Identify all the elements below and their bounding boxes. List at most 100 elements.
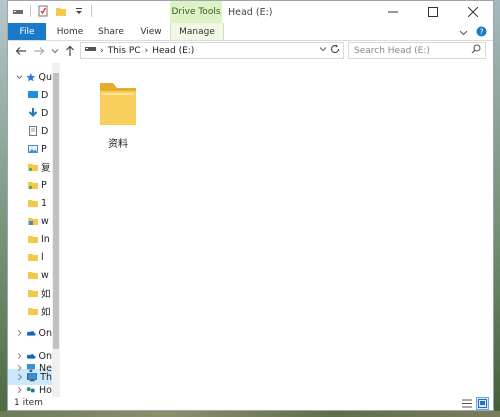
this-pc-icon <box>26 372 38 381</box>
title-bar: Drive Tools Head (E:) <box>8 1 493 23</box>
back-button[interactable] <box>14 44 28 58</box>
breadcrumb-this-pc[interactable]: This PC <box>108 46 141 56</box>
folder-icon <box>28 308 38 315</box>
sidebar-item-folder[interactable]: 如 <box>8 285 52 301</box>
search-icon <box>471 44 481 57</box>
folder-icon <box>28 236 38 243</box>
sidebar-item-label: Qu <box>38 71 53 83</box>
folder-icon <box>28 218 38 225</box>
minimize-icon <box>388 11 398 13</box>
sidebar-item-pictures[interactable]: P <box>8 141 52 157</box>
folder-icon <box>28 164 38 172</box>
folder-icon <box>28 254 38 261</box>
svg-text:经验: 经验 <box>452 384 480 400</box>
sidebar-item-label: 如 <box>41 289 51 300</box>
onedrive-icon <box>26 331 36 336</box>
baidu-watermark-icon: Bai 经验 <box>384 377 480 402</box>
tab-manage[interactable]: Manage <box>170 23 224 40</box>
onedrive-icon <box>26 354 36 359</box>
sidebar-item-label: D <box>41 89 49 101</box>
folder-item[interactable]: 资料 <box>90 75 146 150</box>
window-title: Head (E:) <box>228 7 273 18</box>
file-explorer-window: Drive Tools Head (E:) File Home Share Vi… <box>7 0 494 411</box>
sidebar-item-folder[interactable]: P <box>8 177 52 193</box>
svg-text:Bai: Bai <box>384 377 423 402</box>
search-placeholder: Search Head (E:) <box>354 45 430 56</box>
address-bar[interactable]: › This PC › Head (E:) <box>80 42 344 59</box>
sidebar-item-quick-access[interactable]: Qu <box>8 69 52 85</box>
sidebar-item-documents[interactable]: D <box>8 123 52 139</box>
sidebar-item-label: In <box>41 233 50 245</box>
sidebar-item-folder[interactable]: 1 <box>8 195 52 211</box>
sidebar-item-folder[interactable]: w <box>8 213 52 229</box>
sidebar-item-folder[interactable]: 如 <box>8 303 52 319</box>
maximize-icon <box>428 7 438 17</box>
chevron-down-icon <box>51 49 59 54</box>
chevron-down-icon <box>16 75 23 79</box>
quick-access-toolbar <box>12 5 92 17</box>
sidebar-item-label: On <box>38 350 53 362</box>
desktop-icon <box>28 91 38 98</box>
help-icon: ? <box>476 26 487 37</box>
folder-icon <box>28 272 38 279</box>
navigation-bar: › This PC › Head (E:) Search Head (E:) <box>8 41 493 61</box>
sidebar-item-label: 如 <box>41 307 51 318</box>
arrow-right-icon <box>34 47 45 55</box>
sidebar-item-label: D <box>41 125 49 137</box>
up-button[interactable] <box>63 44 77 58</box>
download-icon <box>28 108 38 117</box>
sidebar-item-downloads[interactable]: D <box>8 105 52 121</box>
toolbar-separator <box>30 5 31 17</box>
tab-view[interactable]: View <box>132 23 170 40</box>
help-button[interactable]: ? <box>476 26 487 40</box>
tab-share[interactable]: Share <box>91 23 131 40</box>
new-folder-icon[interactable] <box>55 5 67 17</box>
tab-home[interactable]: Home <box>50 23 90 40</box>
drive-icon <box>12 5 24 17</box>
breadcrumb-head-drive[interactable]: Head (E:) <box>152 46 194 56</box>
sidebar-item-label: D <box>41 107 49 119</box>
toolbar-separator <box>91 5 92 17</box>
breadcrumb-separator: › <box>100 45 104 56</box>
drive-tools-contextual-label: Drive Tools <box>170 1 222 23</box>
sidebar-item-folder[interactable]: w <box>8 267 52 283</box>
forward-button[interactable] <box>32 44 46 58</box>
sidebar-item-this-pc[interactable]: Th <box>8 369 52 385</box>
chevron-right-icon <box>17 330 22 336</box>
chevron-right-icon <box>18 373 22 381</box>
sidebar-item-folder[interactable]: In <box>8 231 52 247</box>
recent-locations-button[interactable] <box>48 44 62 58</box>
sidebar-item-label: l <box>41 251 44 263</box>
documents-icon <box>29 126 37 136</box>
folder-icon <box>100 83 136 125</box>
ribbon-tabs: File Home Share View Manage ? <box>8 23 493 41</box>
tab-file[interactable]: File <box>8 23 46 40</box>
navigation-pane-scrollbar[interactable] <box>52 63 60 397</box>
sidebar-item-label: P <box>41 179 47 191</box>
sidebar-item-label: w <box>41 269 49 281</box>
sidebar-item-label: P <box>41 143 47 155</box>
drive-icon <box>85 45 96 56</box>
address-dropdown-button[interactable] <box>319 45 327 56</box>
expand-ribbon-button[interactable] <box>459 27 468 40</box>
close-button[interactable] <box>453 1 493 23</box>
maximize-button[interactable] <box>413 1 453 23</box>
breadcrumb-separator: › <box>144 45 149 56</box>
refresh-button[interactable] <box>330 44 340 57</box>
sidebar-item-label: w <box>41 215 49 227</box>
sidebar-item-onedrive[interactable]: On <box>8 325 52 341</box>
arrow-up-icon <box>66 45 74 56</box>
scrollbar-thumb[interactable] <box>53 73 59 349</box>
chevron-down-icon <box>459 30 468 35</box>
folder-icon <box>28 290 38 297</box>
sidebar-item-label: Th <box>40 371 52 383</box>
sidebar-item-desktop[interactable]: D <box>8 87 52 103</box>
properties-icon[interactable] <box>37 5 49 17</box>
customize-toolbar-icon[interactable] <box>73 5 85 17</box>
search-box[interactable]: Search Head (E:) <box>348 42 486 59</box>
folder-icon <box>28 200 38 207</box>
minimize-button[interactable] <box>373 1 413 23</box>
sidebar-item-onedrive[interactable]: On <box>8 348 52 364</box>
sidebar-item-folder[interactable]: l <box>8 249 52 265</box>
sidebar-item-folder[interactable]: 复 <box>8 159 52 175</box>
